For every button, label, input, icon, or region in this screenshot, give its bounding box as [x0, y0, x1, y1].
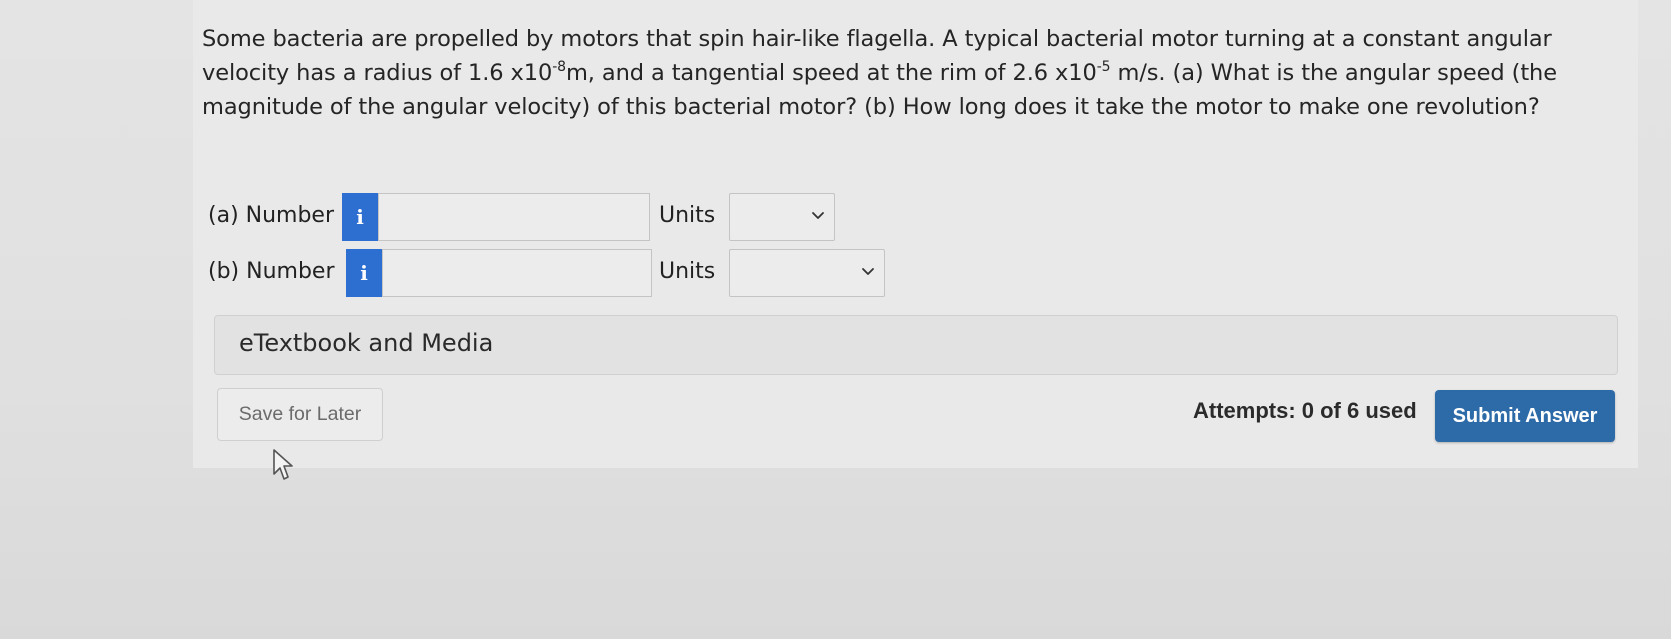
- answer-a-units-label: Units: [659, 203, 716, 228]
- answer-b-label: (b) Number: [208, 259, 335, 284]
- answer-b-units-select[interactable]: [729, 249, 885, 297]
- radius-exponent: -8: [552, 59, 566, 75]
- answer-a-label: (a) Number: [208, 203, 335, 228]
- etextbook-media-panel[interactable]: eTextbook and Media: [214, 315, 1618, 375]
- chevron-down-icon: [862, 268, 874, 275]
- speed-exponent: -5: [1096, 59, 1111, 75]
- answer-row-a: (a) Number i Units: [208, 193, 908, 243]
- answer-row-b: (b) Number i Units: [208, 249, 928, 299]
- attempts-counter: Attempts: 0 of 6 used: [1193, 398, 1417, 423]
- etextbook-media-label: eTextbook and Media: [239, 329, 494, 357]
- chevron-down-icon: [812, 212, 824, 219]
- answer-a-units-select[interactable]: [729, 193, 835, 241]
- mouse-pointer-icon: [273, 449, 293, 480]
- answer-b-units-label: Units: [659, 259, 716, 284]
- save-for-later-button[interactable]: Save for Later: [217, 388, 383, 441]
- answer-b-number-input[interactable]: [382, 249, 652, 297]
- question-text: Some bacteria are propelled by motors th…: [202, 26, 1557, 120]
- info-icon[interactable]: i: [342, 193, 378, 241]
- submit-answer-button[interactable]: Submit Answer: [1435, 390, 1615, 442]
- answer-a-number-input[interactable]: [378, 193, 650, 241]
- info-icon[interactable]: i: [346, 249, 382, 297]
